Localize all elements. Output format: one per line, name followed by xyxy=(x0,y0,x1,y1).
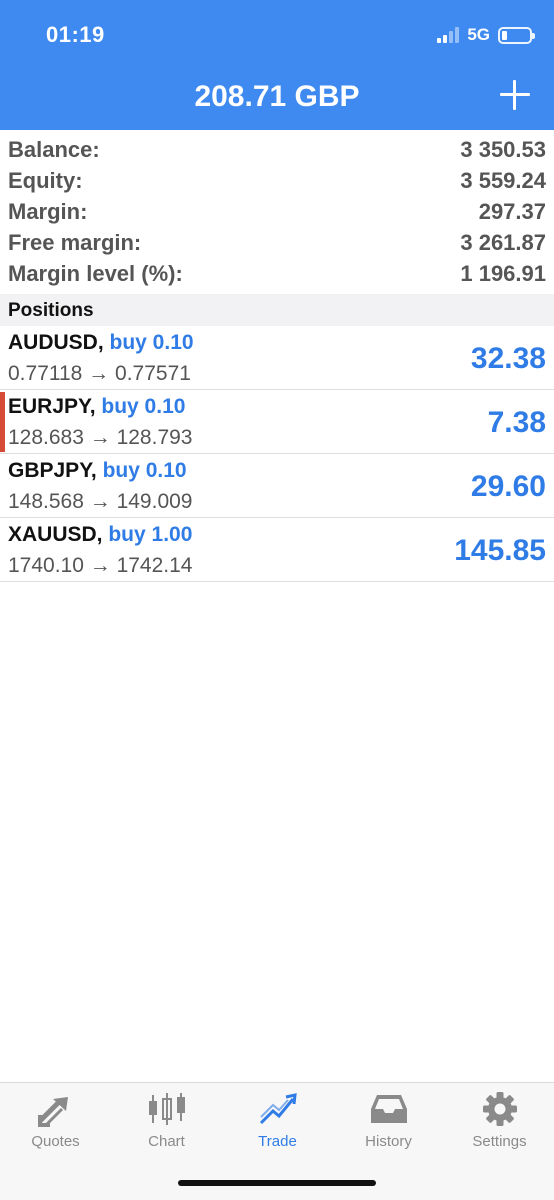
tab-settings[interactable]: Settings xyxy=(444,1091,554,1150)
position-row[interactable]: GBPJPY, buy 0.10 148.568 → 149.009 29.60 xyxy=(0,454,554,518)
position-prices: 128.683 → 128.793 xyxy=(8,426,193,449)
summary-value: 3 261.87 xyxy=(460,229,546,255)
position-row[interactable]: EURJPY, buy 0.10 128.683 → 128.793 7.38 xyxy=(0,390,554,454)
header-bar: 01:19 5G 208.71 GBP xyxy=(0,0,554,130)
summary-label: Balance: xyxy=(8,136,100,162)
position-row[interactable]: XAUUSD, buy 1.00 1740.10 → 1742.14 145.8… xyxy=(0,518,554,582)
status-indicators: 5G xyxy=(437,22,535,48)
trend-line-icon xyxy=(259,1093,297,1125)
tab-quotes[interactable]: Quotes xyxy=(0,1091,111,1150)
summary-label: Margin level (%): xyxy=(8,260,183,286)
tab-label: Chart xyxy=(148,1133,185,1150)
position-side: buy 1.00 xyxy=(108,523,193,546)
tab-label: Trade xyxy=(258,1133,297,1150)
position-symbol: GBPJPY, xyxy=(8,459,97,482)
summary-value: 1 196.91 xyxy=(460,260,546,286)
position-profit: 145.85 xyxy=(454,534,546,567)
tab-label: Quotes xyxy=(31,1133,80,1150)
summary-label: Margin: xyxy=(8,198,88,224)
signal-strength-icon xyxy=(437,27,460,43)
summary-row-equity: Equity: 3 559.24 xyxy=(0,165,554,196)
tab-trade[interactable]: Trade xyxy=(222,1091,333,1150)
position-prices: 148.568 → 149.009 xyxy=(8,490,193,513)
position-profit: 32.38 xyxy=(470,342,546,375)
position-side: buy 0.10 xyxy=(102,459,187,482)
position-row[interactable]: AUDUSD, buy 0.10 0.77118 → 0.77571 32.38 xyxy=(0,326,554,390)
account-summary: Balance: 3 350.53 Equity: 3 559.24 Margi… xyxy=(0,134,554,289)
position-side: buy 0.10 xyxy=(101,395,186,418)
summary-row-free-margin: Free margin: 3 261.87 xyxy=(0,227,554,258)
position-profit: 29.60 xyxy=(470,470,546,503)
network-type: 5G xyxy=(467,25,490,44)
home-indicator[interactable] xyxy=(178,1180,376,1186)
summary-row-margin: Margin: 297.37 xyxy=(0,196,554,227)
position-prices: 1740.10 → 1742.14 xyxy=(8,554,193,577)
page-title: 208.71 GBP xyxy=(194,80,360,113)
position-prices: 0.77118 → 0.77571 xyxy=(8,362,191,385)
summary-row-margin-level: Margin level (%): 1 196.91 xyxy=(0,258,554,289)
position-side: buy 0.10 xyxy=(109,331,194,354)
plus-icon[interactable] xyxy=(500,80,530,110)
summary-value: 3 350.53 xyxy=(460,136,546,162)
tab-label: Settings xyxy=(472,1133,527,1150)
inbox-tray-icon xyxy=(370,1095,407,1123)
status-time: 01:19 xyxy=(46,22,105,47)
position-profit: 7.38 xyxy=(487,406,546,439)
summary-label: Free margin: xyxy=(8,229,142,255)
summary-label: Equity: xyxy=(8,167,83,193)
position-symbol: AUDUSD, xyxy=(8,331,104,354)
tab-history[interactable]: History xyxy=(333,1091,444,1150)
positions-section-header: Positions xyxy=(0,294,554,326)
positions-list: AUDUSD, buy 0.10 0.77118 → 0.77571 32.38… xyxy=(0,326,554,582)
position-symbol: EURJPY, xyxy=(8,395,96,418)
tab-label: History xyxy=(365,1133,412,1150)
quotes-arrows-icon xyxy=(37,1097,68,1127)
summary-value: 297.37 xyxy=(478,198,546,224)
summary-row-balance: Balance: 3 350.53 xyxy=(0,134,554,165)
position-symbol: XAUUSD, xyxy=(8,523,103,546)
summary-value: 3 559.24 xyxy=(460,167,546,193)
gear-icon xyxy=(482,1092,517,1126)
candlestick-icon xyxy=(148,1093,185,1125)
tab-chart[interactable]: Chart xyxy=(111,1091,222,1150)
battery-icon xyxy=(498,26,535,44)
